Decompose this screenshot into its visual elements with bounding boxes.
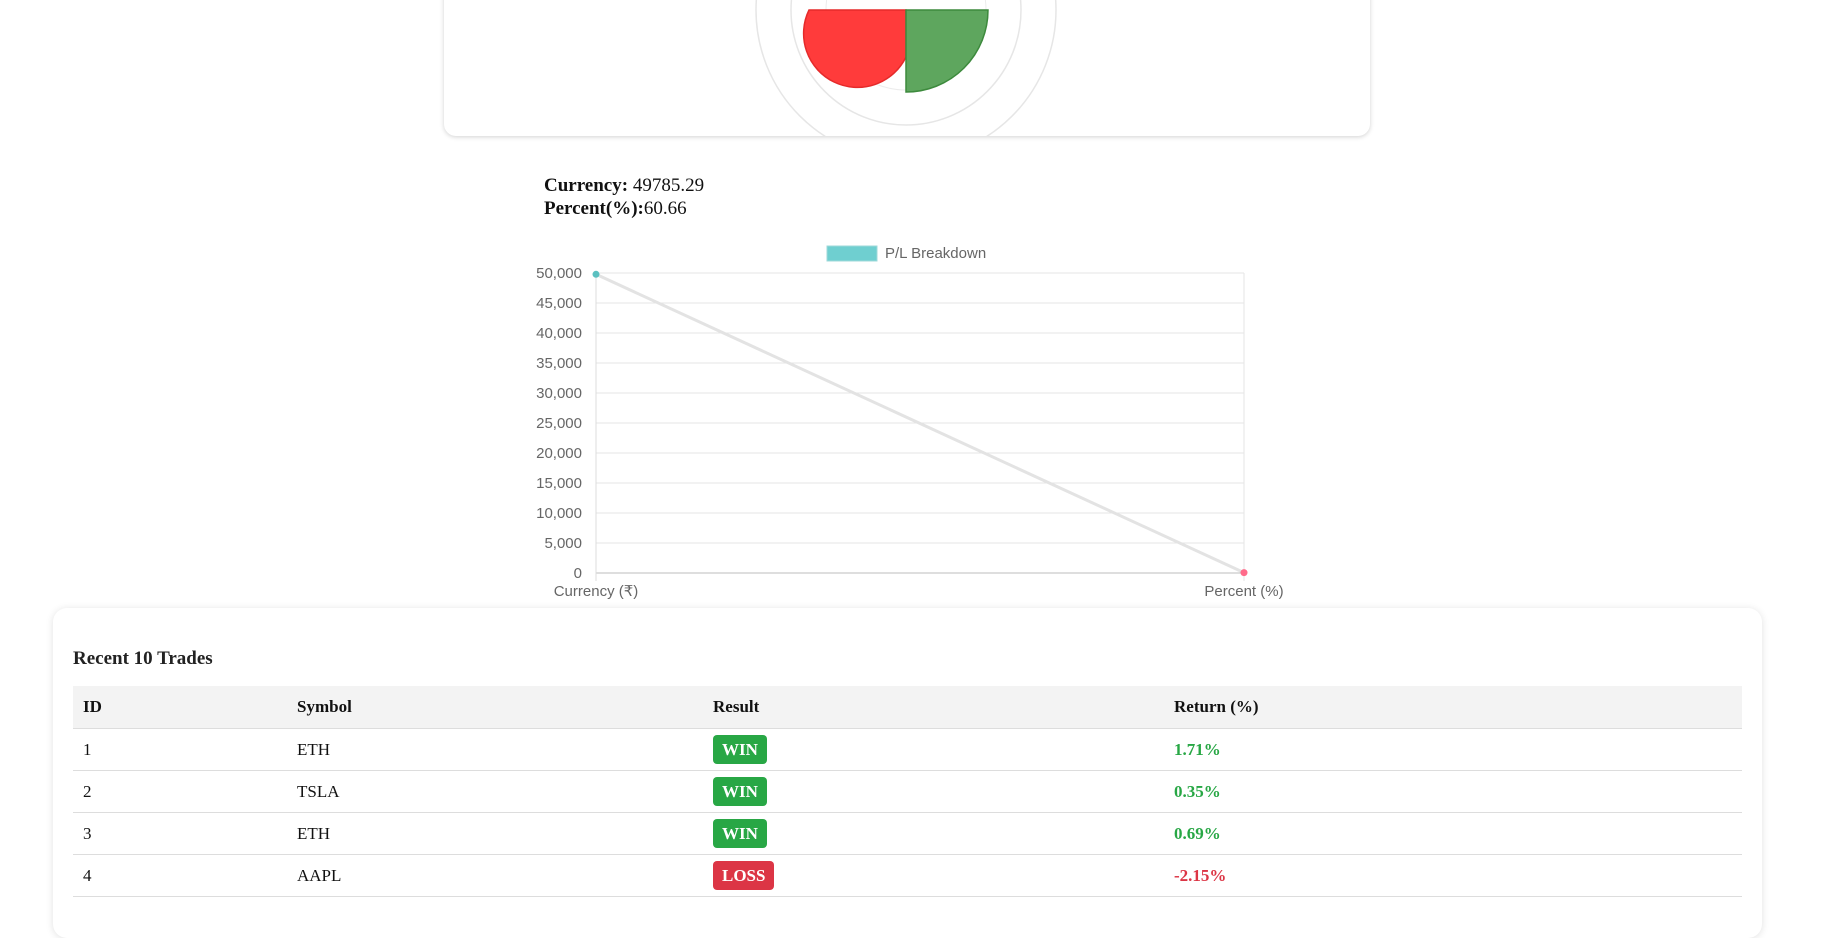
trade-return: -2.15%: [1164, 854, 1742, 897]
column-header-result: Result: [703, 686, 1164, 729]
result-badge: WIN: [713, 777, 767, 806]
percent-line: Percent(%):60.66: [544, 197, 704, 220]
polar-segment-loss: [802, 9, 907, 89]
pl-summary: Currency: 49785.29 Percent(%):60.66: [544, 174, 704, 220]
trade-id: 3: [73, 812, 287, 855]
legend-swatch: [826, 245, 878, 262]
y-tick-label: 40,000: [536, 325, 582, 342]
result-badge: WIN: [713, 735, 767, 764]
percent-value: 60.66: [643, 198, 687, 219]
result-badge: LOSS: [713, 861, 775, 890]
trade-symbol: ETH: [287, 728, 703, 771]
y-tick-label: 10,000: [536, 505, 582, 522]
data-point: [592, 270, 600, 278]
y-tick-label: 25,000: [536, 415, 582, 432]
y-tick-label: 30,000: [536, 385, 582, 402]
table-row: 2 TSLA WIN 0.35%: [73, 770, 1742, 813]
x-tick-label: Percent (%): [1204, 583, 1283, 600]
table-row: 4 AAPL LOSS -2.15%: [73, 854, 1742, 897]
column-header-id: ID: [73, 686, 287, 729]
column-header-symbol: Symbol: [287, 686, 703, 729]
trade-result-cell: WIN: [703, 770, 1164, 813]
polar-area-chart: [755, 0, 1057, 136]
legend-label: P/L Breakdown: [885, 245, 986, 262]
trade-symbol: ETH: [287, 812, 703, 855]
x-tick-label: Currency (₹): [554, 583, 639, 600]
trade-return: 0.69%: [1164, 812, 1742, 855]
currency-line: Currency: 49785.29: [544, 174, 704, 197]
y-tick-label: 45,000: [536, 295, 582, 312]
y-tick-label: 15,000: [536, 475, 582, 492]
recent-trades-title: Recent 10 Trades: [73, 648, 213, 669]
recent-trades-card: Recent 10 Trades ID Symbol Result Return…: [53, 608, 1762, 938]
polar-segment-win: [905, 9, 989, 93]
currency-value: 49785.29: [632, 175, 705, 196]
currency-label: Currency:: [544, 175, 629, 196]
trade-id: 1: [73, 728, 287, 771]
result-badge: WIN: [713, 819, 767, 848]
polar-chart-card: [444, 0, 1370, 136]
table-header-row: ID Symbol Result Return (%): [73, 686, 1742, 729]
trade-id: 2: [73, 770, 287, 813]
trade-id: 4: [73, 854, 287, 897]
trade-return: 1.71%: [1164, 728, 1742, 771]
trade-result-cell: WIN: [703, 812, 1164, 855]
trade-result-cell: WIN: [703, 728, 1164, 771]
trade-symbol: TSLA: [287, 770, 703, 813]
trade-result-cell: LOSS: [703, 854, 1164, 897]
percent-label: Percent(%):: [544, 198, 644, 219]
y-tick-label: 0: [574, 565, 582, 582]
y-tick-label: 35,000: [536, 355, 582, 372]
pl-line-chart: P/L Breakdown 50,000 45,000 40,000 35,000 30,…: [536, 245, 1283, 600]
column-header-return: Return (%): [1164, 686, 1742, 729]
y-tick-label: 5,000: [544, 535, 582, 552]
trade-return: 0.35%: [1164, 770, 1742, 813]
table-row: 3 ETH WIN 0.69%: [73, 812, 1742, 855]
table-row: 1 ETH WIN 1.71%: [73, 728, 1742, 771]
trade-symbol: AAPL: [287, 854, 703, 897]
data-point: [1240, 569, 1248, 577]
y-tick-label: 20,000: [536, 445, 582, 462]
trades-table: ID Symbol Result Return (%) 1 ETH WIN 1.…: [73, 686, 1742, 897]
y-tick-label: 50,000: [536, 265, 582, 282]
